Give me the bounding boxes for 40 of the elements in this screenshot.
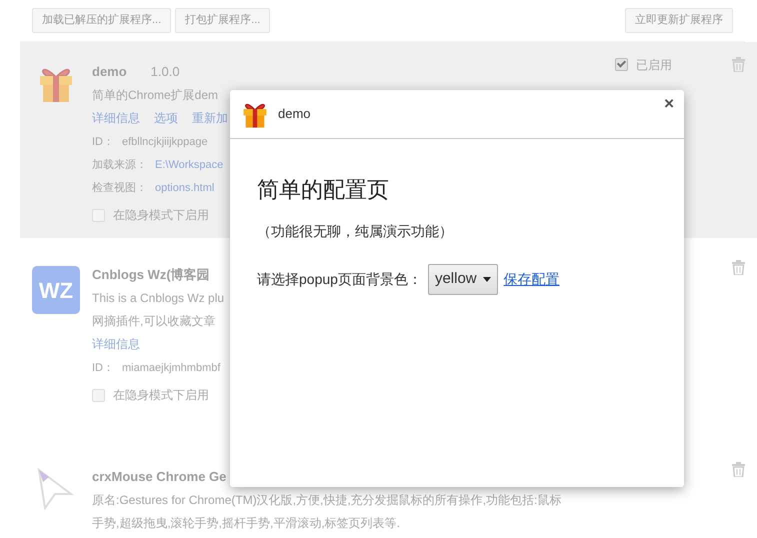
dialog-title: demo: [278, 105, 311, 124]
description-text: 简单的Chrome扩展dem: [92, 87, 220, 104]
extension-name: demo: [92, 64, 127, 78]
description-text: This is a Cnblogs Wz plu: [92, 290, 224, 307]
toolbar-button[interactable]: 打包扩展程序...: [175, 8, 270, 32]
toolbar-button[interactable]: 加载已解压的扩展程序...: [32, 8, 172, 32]
field-label: 加载来源：: [92, 159, 147, 171]
checkbox-label: 已启用: [636, 56, 672, 74]
field-label: ID：: [92, 362, 114, 374]
trash-icon: [732, 462, 745, 477]
version-text: 1.0.0: [150, 64, 180, 78]
page-heading: 简单的配置页: [257, 177, 390, 204]
path-link[interactable]: E:\Workspace: [155, 159, 224, 171]
select-label: 请选择popup页面背景色：: [257, 270, 422, 290]
extension-link[interactable]: 详细信息: [92, 111, 140, 125]
description-text: 手势,超级拖曳,滚轮手势,摇杆手势,平滑滚动,标签页列表等.: [92, 515, 402, 532]
path-link[interactable]: options.html: [155, 182, 214, 194]
close-button[interactable]: ×: [662, 94, 676, 114]
extension-link[interactable]: 详细信息: [92, 337, 140, 351]
checkbox[interactable]: [615, 58, 628, 71]
extension-link[interactable]: 选项: [154, 111, 178, 125]
update-button[interactable]: 立即更新扩展程序: [625, 8, 733, 32]
color-select[interactable]: yellow: [428, 264, 498, 295]
extension-name: crxMouse Chrome Ge: [92, 469, 226, 484]
field-value: miamaejkjmhmbmbf: [122, 362, 220, 374]
description-text: 网摘插件,可以收藏文章: [92, 313, 216, 330]
logo-icon: WZ: [32, 266, 80, 314]
note-text: （功能很无聊，纯属演示功能）: [257, 222, 454, 242]
extension-name: Cnblogs Wz(博客园: [92, 267, 210, 282]
field-label: 检查视图：: [92, 182, 147, 194]
description-text: 原名:Gestures for Chrome(TM)汉化版,方便,快捷,充分发掘鼠标的所有操作,功能包括:鼠标: [92, 492, 562, 509]
field-label: ID：: [92, 136, 114, 148]
extension-link[interactable]: 重新加: [192, 111, 228, 125]
checkbox[interactable]: [92, 388, 105, 402]
trash-icon: [732, 260, 745, 275]
save-link[interactable]: 保存配置: [504, 269, 560, 290]
checkbox-label: 在隐身模式下启用: [113, 387, 209, 404]
checkbox-label: 在隐身模式下启用: [113, 207, 209, 224]
trash-icon: [732, 57, 745, 72]
field-value: efbllncjkjiijkppage: [122, 136, 208, 148]
